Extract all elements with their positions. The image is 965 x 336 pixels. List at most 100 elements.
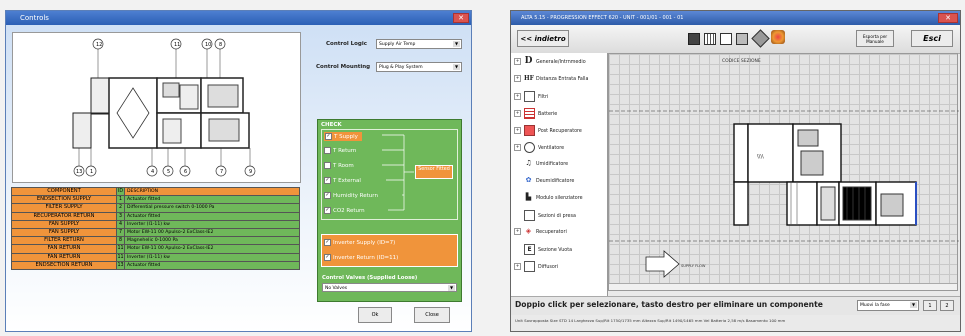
callout-4: 4 — [151, 169, 154, 175]
toolbar: << indietro Esporta per Manuale Esci — [511, 25, 960, 54]
diffuser-icon — [524, 261, 535, 272]
check-title: CHECK — [321, 122, 342, 128]
window-title: Controls — [20, 14, 49, 22]
palette-icon[interactable] — [771, 30, 785, 44]
drawing-canvas[interactable]: CODICE SEZIONE \\\\ SUPPLY FLOW — [608, 53, 959, 291]
controls-window: Controls ✕ 12 11 10 8 13 1 4 5 6 7 9 Con… — [5, 10, 472, 332]
table-row[interactable]: FAN SUPPLY 7 Motor EW-11 00 Apulso-2 ExCla… — [12, 228, 299, 238]
callout-7: 7 — [220, 169, 223, 175]
designer-window: ALTA 5.15 - PROGRESSION EFFECT 620 - UNI… — [510, 10, 961, 332]
back-button[interactable]: << indietro — [517, 30, 569, 47]
coil-icon — [524, 108, 535, 119]
print-icon[interactable] — [736, 33, 748, 45]
window-title-bar: ALTA 5.15 - PROGRESSION EFFECT 620 - UNI… — [511, 11, 960, 25]
close-icon[interactable]: ✕ — [453, 13, 469, 23]
callout-6: 6 — [184, 169, 187, 175]
callout-10: 10 — [205, 42, 211, 48]
sidebar-item-generale[interactable]: + D Generale/Intrnmedio — [514, 57, 586, 69]
table-row[interactable]: FILTER SUPPLY 2 Differential pressure swit… — [12, 204, 299, 213]
sensor-fitted-badge: Sensor Fitted — [415, 165, 453, 179]
status-text: Doppio click per selezionare, tasto dest… — [515, 300, 823, 309]
hf-icon: HF — [524, 75, 534, 82]
chevron-down-icon: ▼ — [453, 64, 460, 70]
horizontal-scrollbar[interactable] — [609, 283, 957, 290]
checkbox-t-return[interactable] — [324, 147, 331, 154]
recuperator-icon: ◈ — [525, 227, 532, 235]
sidebar-item-ventilatore[interactable]: + Ventilatore — [514, 142, 564, 154]
table-row[interactable]: RECUPERATOR RETURN 3 Actuator fitted — [12, 212, 299, 221]
sidebar-item-distanza[interactable]: + HF Distanza Entrata Falla — [514, 74, 588, 86]
window-title-bar: Controls ✕ — [6, 11, 471, 25]
table-row[interactable]: ENDSECTION RETURN 13 Actuator fitted — [12, 261, 299, 270]
table-row[interactable]: FAN RETURN 11 Motor EW-11 00 Apulso-2 ExCl… — [12, 245, 299, 254]
header-id: ID — [117, 188, 125, 196]
sidebar-item-vuota[interactable]: +ESezione Vuota — [514, 244, 572, 256]
header-component: COMPONENT — [12, 188, 117, 196]
sensor-connectors — [382, 134, 414, 211]
flow-arrow-label: SUPPLY FLOW — [681, 264, 706, 268]
exit-button[interactable]: Esci — [911, 30, 953, 47]
mode-select[interactable]: Muovi la fase ▼ — [857, 300, 919, 311]
sidebar-item-filtri[interactable]: + Filtri — [514, 91, 548, 103]
unit-layout-svg: \\\\ — [609, 110, 959, 278]
close-button[interactable]: Close — [414, 307, 450, 323]
check-t-external[interactable]: ✓ T External — [324, 177, 361, 184]
sidebar-item-batterie[interactable]: + Batterie — [514, 108, 557, 120]
callout-12: 12 — [96, 42, 102, 48]
close-icon[interactable]: ✕ — [938, 13, 958, 23]
chevron-down-icon: ▼ — [448, 285, 455, 291]
humidifier-icon: ♫ — [525, 159, 532, 167]
heat-recovery-icon — [524, 125, 535, 136]
bottom-callouts — [73, 148, 256, 177]
sidebar-item-recuperatore[interactable]: + Post Recuperatore — [514, 125, 582, 137]
component-sidebar: + D Generale/Intrnmedio + HF Distanza Entrat… — [511, 53, 608, 297]
checkbox-t-external[interactable]: ✓ — [324, 177, 331, 184]
table-row[interactable]: FAN SUPPLY 4 Inverter (I1-11) kw — [12, 220, 299, 229]
control-valves-value: No Valves — [325, 286, 348, 291]
sidebar-item-recuperatori[interactable]: + ◈ Recuperatori — [514, 227, 567, 239]
check-t-return[interactable]: T Return — [324, 147, 356, 154]
chevron-down-icon: ▼ — [453, 41, 460, 47]
monitor-icon[interactable] — [688, 33, 700, 45]
page-2-button[interactable]: 2 — [940, 300, 954, 311]
grid-icon[interactable] — [704, 33, 716, 45]
checkbox-humidity-return[interactable]: ✓ — [324, 192, 331, 199]
control-valves-label: Control Valves (Supplied Loose) — [322, 275, 418, 281]
export-manual-button[interactable]: Esporta per Manuale — [856, 30, 894, 47]
checkbox-co2-return[interactable]: ✓ — [324, 207, 331, 214]
control-valves-select[interactable]: No Valves ▼ — [322, 283, 457, 292]
sidebar-item-presa[interactable]: +Sezioni di presa — [514, 210, 576, 222]
check-inverter-return[interactable]: ✓ Inverter Return (ID=11) — [324, 254, 398, 261]
check-t-room[interactable]: T Room — [324, 162, 354, 169]
sidebar-item-diffusori[interactable]: + Diffusori — [514, 261, 558, 273]
tools-icon[interactable] — [751, 29, 770, 48]
empty-section-icon: E — [524, 244, 535, 255]
checkbox-t-room[interactable] — [324, 162, 331, 169]
callout-5: 5 — [167, 169, 170, 175]
table-row[interactable]: FAN RETURN 11 Inverter (I1-11) kw — [12, 253, 299, 262]
page-1-button[interactable]: 1 — [923, 300, 937, 311]
control-logic-value: Supply Air Temp — [379, 42, 416, 47]
window-icon[interactable] — [720, 33, 732, 45]
control-mounting-value: Plug & Play System — [379, 65, 423, 70]
sidebar-item-umidificatore[interactable]: +♫Umidificatore — [514, 159, 568, 171]
table-header: COMPONENT ID DESCRIPTION — [12, 188, 299, 197]
callout-13: 13 — [76, 169, 82, 175]
check-t-supply[interactable]: ✓ T Supply — [324, 132, 362, 141]
table-row[interactable]: FILTER RETURN 8 Magnehelic 0-1000 Pa — [12, 237, 299, 246]
ahu-body — [72, 77, 250, 149]
ahu-diagram-svg: 12 11 10 8 13 1 4 5 6 7 9 — [72, 38, 256, 177]
check-inverter-supply[interactable]: ✓ Inverter Supply (ID=7) — [324, 239, 395, 246]
sidebar-item-silenziatore[interactable]: +▙Modulo silenziatore — [514, 193, 583, 205]
ok-button[interactable]: Ok — [358, 307, 392, 323]
checkbox-inverter-supply[interactable]: ✓ — [324, 239, 331, 246]
sidebar-item-deumidificatore[interactable]: +✿Deumidificatore — [514, 176, 575, 188]
control-logic-select[interactable]: Supply Air Temp ▼ — [376, 39, 462, 49]
table-row[interactable]: ENDSECTION SUPPLY 1 Actuator fitted — [12, 196, 299, 205]
checkbox-t-supply[interactable]: ✓ — [325, 133, 332, 140]
filter-icon — [524, 91, 535, 102]
callout-1: 1 — [90, 169, 93, 175]
checkbox-inverter-return[interactable]: ✓ — [324, 254, 331, 261]
check-co2-return[interactable]: ✓ CO2 Return — [324, 207, 365, 214]
control-mounting-select[interactable]: Plug & Play System ▼ — [376, 62, 462, 72]
